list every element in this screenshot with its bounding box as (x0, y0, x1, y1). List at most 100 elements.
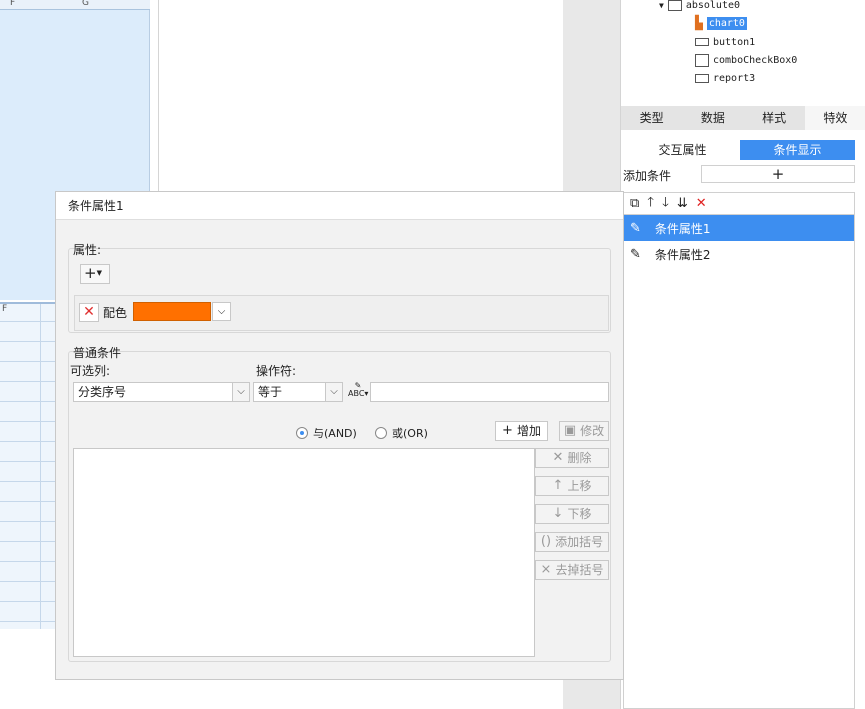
tree-item-label: chart0 (706, 16, 747, 30)
sheet-row (0, 342, 55, 362)
condition-list-area[interactable] (73, 448, 535, 657)
remove-parenthesis-icon: ⨯ (540, 562, 552, 577)
condition-item[interactable]: ✎ 条件属性2 (624, 241, 854, 267)
color-dropdown-button[interactable]: ⌵ (212, 302, 231, 321)
tree-item-label: report3 (713, 72, 756, 84)
tree-item-button1[interactable]: button1 (695, 34, 755, 50)
condition-toolbar: ⧉ 🡑 🡓 ⇊ ✕ (623, 192, 855, 214)
grid-line (40, 304, 41, 629)
formula-type-icon[interactable]: ✎ ABC▾ (348, 382, 368, 402)
sheet-row (0, 582, 55, 602)
sheet-row (0, 562, 55, 582)
common-condition-label: 普通条件 (73, 346, 122, 360)
button-label: 下移 (567, 507, 592, 521)
remove-parenthesis-button[interactable]: ⨯ 去掉括号 (535, 560, 609, 580)
color-swatch[interactable] (133, 302, 211, 321)
column-select[interactable]: 分类序号 ⌵ (73, 382, 250, 402)
effect-subtabs: 交互属性 条件显示 (625, 140, 855, 160)
condition-attribute-dialog: 条件属性1 属性: +▼ ✕ 配色 ⌵ 普通条件 可选列: 操作符: 分类序号 … (55, 191, 624, 680)
button-label: 去掉括号 (555, 563, 604, 577)
attribute-name: 配色 (103, 306, 128, 320)
sheet-row (0, 522, 55, 542)
close-icon: ✕ (552, 450, 564, 465)
copy-icon[interactable]: ⧉ (630, 196, 639, 211)
tree-item-chart0[interactable]: ▙ chart0 (695, 15, 747, 31)
add-condition-label: 添加条件 (623, 169, 672, 183)
column-label: 可选列: (70, 364, 111, 378)
move-bottom-icon[interactable]: ⇊ (677, 196, 688, 211)
arrow-down-icon: ↓ (552, 506, 564, 521)
subtab-interaction[interactable]: 交互属性 (625, 140, 740, 160)
remove-attribute-button[interactable]: ✕ (79, 303, 99, 322)
tab-data[interactable]: 数据 (682, 106, 743, 130)
delete-button[interactable]: ✕ 删除 (535, 448, 609, 468)
dialog-title: 条件属性1 (56, 192, 623, 220)
add-parenthesis-button[interactable]: () 添加括号 (535, 532, 609, 552)
parenthesis-icon: () (540, 534, 552, 549)
sheet-row (0, 402, 55, 422)
sheet-row (0, 462, 55, 482)
operator-select-value: 等于 (258, 385, 283, 399)
radio-dot (296, 427, 308, 439)
sheet-row (0, 482, 55, 502)
arrow-up-icon: ↑ (552, 478, 564, 493)
attribute-group-label: 属性: (73, 243, 102, 257)
radio-or-label: 或(OR) (392, 427, 428, 440)
subtab-conditional-display[interactable]: 条件显示 (740, 140, 855, 160)
tab-effects[interactable]: 特效 (804, 106, 865, 130)
tree-item-label: absolute0 (685, 0, 741, 11)
tree-item-label: button1 (713, 36, 756, 48)
sheet-row (0, 422, 55, 442)
design-canvas[interactable] (158, 0, 563, 192)
condition-item[interactable]: ✎ 条件属性1 (624, 215, 854, 241)
radio-or[interactable]: 或(OR) (375, 425, 428, 441)
chevron-down-icon: ⌵ (325, 383, 342, 401)
arrow-down-icon[interactable]: 🡓 (662, 193, 669, 215)
sheet-row (0, 442, 55, 462)
attribute-row: ✕ 配色 ⌵ (74, 295, 609, 331)
button-label: 修改 (580, 424, 605, 438)
sheet-row (0, 542, 55, 562)
tab-style[interactable]: 样式 (744, 106, 805, 130)
condition-value-input[interactable] (370, 382, 609, 402)
dropdown-caret-icon: ▼ (96, 269, 102, 277)
tree-item-report3[interactable]: report3 (695, 70, 755, 86)
condition-label: 条件属性2 (654, 247, 711, 262)
button-label: 上移 (567, 479, 592, 493)
move-down-button[interactable]: ↓ 下移 (535, 504, 609, 524)
tree-item-combocheckbox0[interactable]: comboCheckBox0 (695, 52, 797, 68)
modify-button[interactable]: ▣ 修改 (559, 421, 609, 441)
radio-and[interactable]: 与(AND) (296, 425, 357, 441)
add-condition-row-button[interactable]: + 增加 (495, 421, 548, 441)
plus-icon: + (502, 423, 513, 438)
sheet-bottom-area: F (0, 302, 55, 629)
sheet-row (0, 322, 55, 342)
arrow-up-icon[interactable]: 🡑 (647, 193, 654, 215)
column-header-f: F (0, 304, 55, 322)
edit-pencil-icon: ✎ (630, 246, 641, 262)
container-icon (667, 0, 682, 11)
caret-down-icon: ▼ (659, 0, 664, 10)
column-header-f: F (10, 0, 16, 8)
radio-dot (375, 427, 387, 439)
move-up-button[interactable]: ↑ 上移 (535, 476, 609, 496)
button-label: 添加括号 (555, 535, 604, 549)
add-attribute-button[interactable]: +▼ (80, 264, 110, 284)
delete-icon[interactable]: ✕ (696, 196, 707, 211)
tree-item-absolute0[interactable]: ▼ absolute0 (659, 0, 740, 13)
combobox-icon (695, 53, 709, 67)
sheet-row (0, 362, 55, 382)
condition-list: ✎ 条件属性1 ✎ 条件属性2 (623, 214, 855, 709)
sheet-row (0, 602, 55, 622)
edit-pencil-icon: ✎ (630, 220, 641, 236)
operator-select[interactable]: 等于 ⌵ (253, 382, 343, 402)
modify-icon: ▣ (563, 423, 577, 438)
condition-label: 条件属性1 (654, 221, 711, 236)
property-panel: ▼ absolute0 ▙ chart0 button1 comboCheckB… (620, 0, 865, 709)
tab-type[interactable]: 类型 (621, 106, 682, 130)
button-label: 增加 (516, 424, 541, 438)
radio-and-label: 与(AND) (313, 427, 357, 440)
add-condition-button[interactable]: + (701, 165, 855, 183)
chart-icon: ▙ (695, 15, 703, 31)
column-header-g: G (82, 0, 89, 8)
